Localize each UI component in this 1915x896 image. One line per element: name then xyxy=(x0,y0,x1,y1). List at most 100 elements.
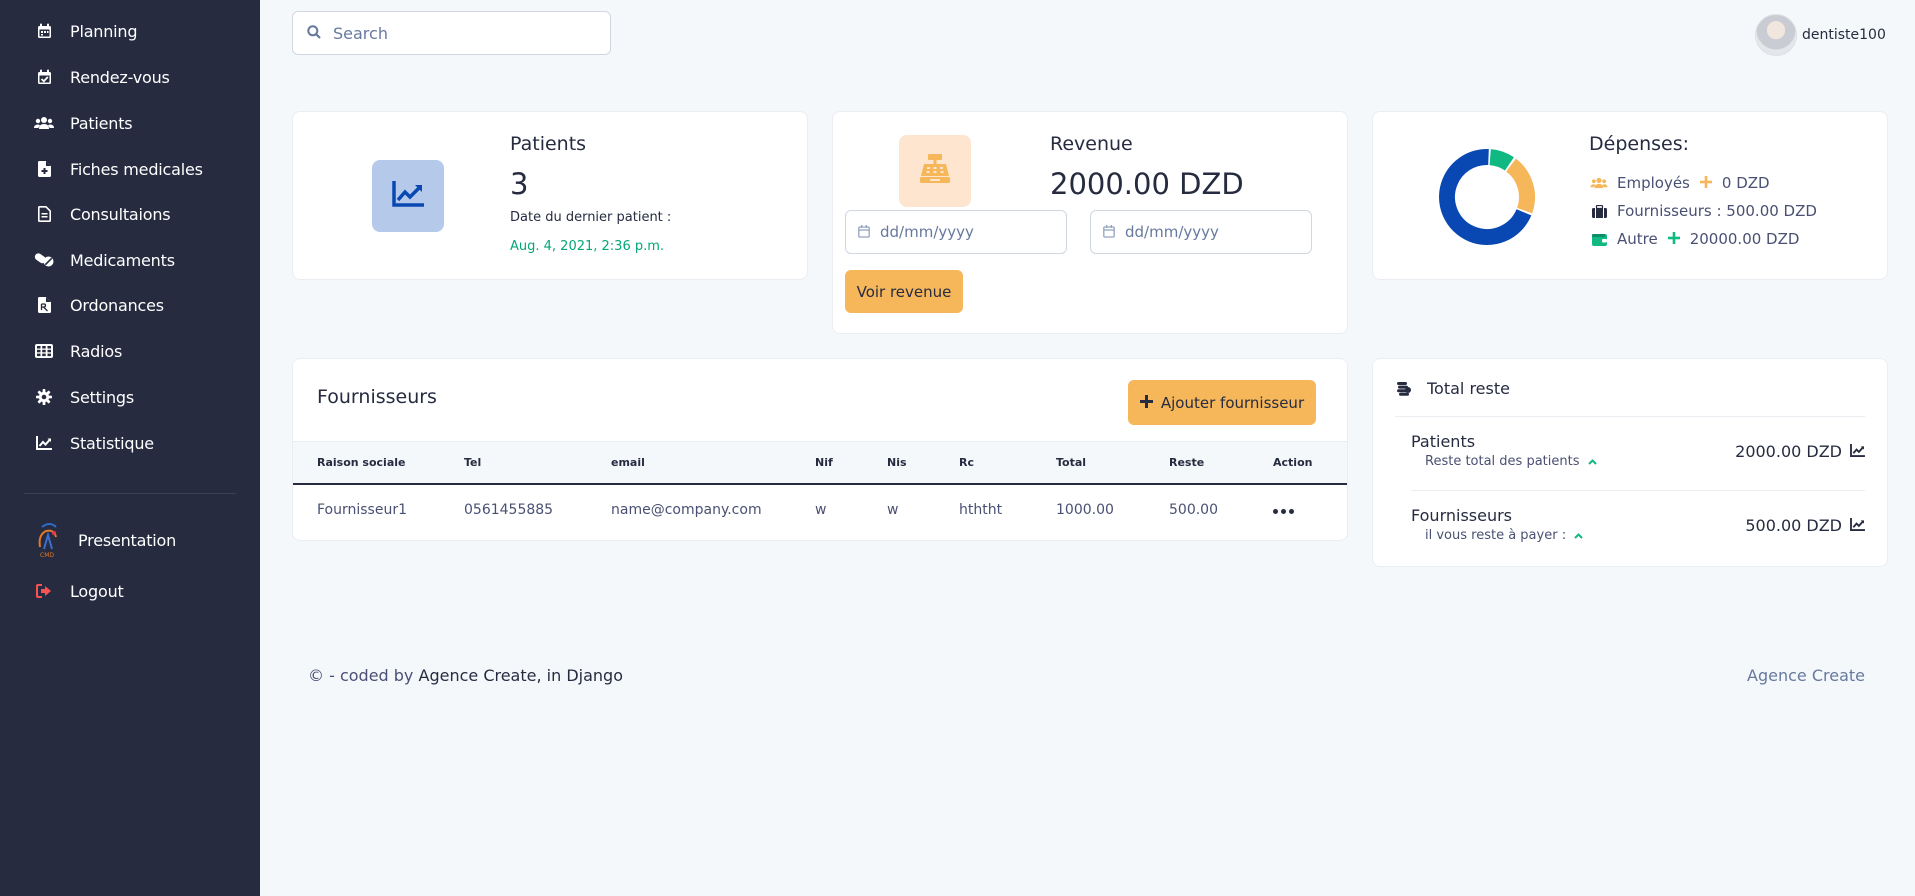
table-row: Fournisseur1 0561455885 name@company.com… xyxy=(293,484,1347,536)
reste-patients-sub: Reste total des patients xyxy=(1425,454,1597,469)
search-bar xyxy=(292,11,611,55)
sidebar-item-settings[interactable]: Settings xyxy=(0,377,260,417)
reste-patients-value-wrap: 2000.00 DZD xyxy=(1735,442,1865,461)
wallet-icon xyxy=(1589,233,1609,246)
sidebar-item-statistique[interactable]: Statistique xyxy=(0,423,260,463)
sidebar-divider xyxy=(24,493,236,494)
logout-button[interactable]: Logout xyxy=(0,571,260,611)
cell-rc: hththt xyxy=(959,502,1003,518)
file-prescription-icon xyxy=(34,295,54,315)
footer-agency-link[interactable]: Agence Create, in Django xyxy=(419,666,623,685)
reste-patients-title: Patients xyxy=(1411,432,1476,451)
sidebar-item-label: Consultaions xyxy=(70,204,171,224)
file-medical-icon xyxy=(34,159,54,179)
file-text-icon xyxy=(34,204,54,224)
plus-icon xyxy=(1667,230,1680,248)
search-icon xyxy=(307,24,321,43)
sidebar-item-label: Planning xyxy=(70,21,138,41)
col-reste: Reste xyxy=(1145,441,1249,485)
cell-email: name@company.com xyxy=(611,502,762,518)
chart-line-icon xyxy=(34,433,54,453)
voir-revenue-button[interactable]: Voir revenue xyxy=(845,270,963,313)
calendar-icon xyxy=(1103,223,1115,242)
sidebar-item-label: Fiches medicales xyxy=(70,159,203,179)
add-fournisseur-label: Ajouter fournisseur xyxy=(1160,393,1305,412)
divider xyxy=(1395,416,1865,417)
footer-prefix: © - coded by xyxy=(308,666,414,685)
reste-fournisseurs-title: Fournisseurs xyxy=(1411,506,1513,525)
sidebar-item-medicaments[interactable]: Medicaments xyxy=(0,240,260,280)
logout-label: Logout xyxy=(70,581,124,601)
revenue-amount: 2000.00 DZD xyxy=(1050,167,1244,201)
footer-agency[interactable]: Agence Create xyxy=(1747,666,1865,685)
chart-line-icon xyxy=(392,181,424,211)
search-input[interactable] xyxy=(333,23,593,43)
sidebar-item-fiches-medicales[interactable]: Fiches medicales xyxy=(0,149,260,189)
fournisseurs-title: Fournisseurs xyxy=(317,386,437,408)
add-fournisseur-button[interactable]: Ajouter fournisseur xyxy=(1128,380,1316,425)
total-reste-card: Total reste Patients Reste total des pat… xyxy=(1372,358,1888,567)
cell-nis: w xyxy=(887,502,899,518)
depenses-card: Dépenses: Employés 0 DZD Fournisseurs : … xyxy=(1372,111,1888,280)
calendar-icon xyxy=(858,223,870,242)
calendar-check-icon xyxy=(34,67,54,87)
sidebar-item-label: Ordonances xyxy=(70,295,164,315)
grid-icon xyxy=(34,341,54,361)
svg-text:CMD: CMD xyxy=(40,552,54,559)
col-email: email xyxy=(587,441,791,485)
start-date-input[interactable]: dd/mm/yyyy xyxy=(845,210,1067,254)
autre-label: Autre xyxy=(1617,230,1658,248)
calendar-icon xyxy=(34,21,54,41)
sidebar-item-ordonances[interactable]: Ordonances xyxy=(0,285,260,325)
employes-label: Employés xyxy=(1617,174,1690,192)
col-raison-sociale: Raison sociale xyxy=(293,441,440,485)
reste-fournisseurs-sub-text: il vous reste à payer : xyxy=(1425,528,1567,543)
cash-register-icon xyxy=(919,154,951,188)
depense-employes: Employés 0 DZD xyxy=(1589,174,1770,192)
sidebar-item-label: Settings xyxy=(70,387,135,407)
col-total: Total xyxy=(1032,441,1145,485)
reste-patients-sub-text: Reste total des patients xyxy=(1425,454,1580,469)
last-patient-date: Aug. 4, 2021, 2:36 p.m. xyxy=(510,239,665,254)
col-rc: Rc xyxy=(935,441,1032,485)
more-actions-icon[interactable] xyxy=(1273,509,1294,514)
sign-out-icon xyxy=(34,581,54,601)
clinic-logo-icon: CMD xyxy=(32,521,64,559)
sidebar-item-label: Medicaments xyxy=(70,250,175,270)
employes-value: 0 DZD xyxy=(1721,174,1770,192)
sidebar-item-radios[interactable]: Radios xyxy=(0,331,260,371)
briefcase-icon xyxy=(1589,204,1609,218)
last-patient-label: Date du dernier patient : xyxy=(510,210,672,225)
sidebar-item-consultaions[interactable]: Consultaions xyxy=(0,194,260,234)
autre-value: 20000.00 DZD xyxy=(1689,230,1800,248)
depense-autre: Autre 20000.00 DZD xyxy=(1589,230,1799,248)
patients-card: Patients 3 Date du dernier patient : Aug… xyxy=(292,111,808,280)
plus-icon xyxy=(1699,174,1712,192)
chevron-up-icon xyxy=(1587,454,1597,469)
patients-count: 3 xyxy=(510,167,529,201)
user-menu[interactable]: dentiste100 xyxy=(1755,14,1886,56)
sidebar-item-presentation[interactable]: CMD Presentation xyxy=(0,520,260,560)
sidebar-item-rendez-vous[interactable]: Rendez-vous xyxy=(0,57,260,97)
sidebar-item-label: Patients xyxy=(70,113,133,133)
avatar[interactable] xyxy=(1755,14,1797,56)
cell-total: 1000.00 xyxy=(1056,502,1114,518)
gear-icon xyxy=(34,387,54,407)
reste-patients-row: Patients Reste total des patients 2000.0… xyxy=(1395,432,1865,480)
col-action: Action xyxy=(1249,441,1347,485)
total-reste-title: Total reste xyxy=(1427,379,1510,398)
table-header-row: Raison sociale Tel email Nif Nis Rc Tota… xyxy=(293,441,1347,485)
col-nif: Nif xyxy=(791,441,863,485)
sidebar-item-planning[interactable]: Planning xyxy=(0,11,260,51)
sidebar-item-label: Statistique xyxy=(70,433,154,453)
sidebar: Planning Rendez-vous Patients Fiches med… xyxy=(0,0,260,896)
cell-reste: 500.00 xyxy=(1169,502,1218,518)
end-date-input[interactable]: dd/mm/yyyy xyxy=(1090,210,1312,254)
sidebar-item-label: Rendez-vous xyxy=(70,67,170,87)
cell-nif: w xyxy=(815,502,827,518)
username: dentiste100 xyxy=(1802,27,1886,43)
sidebar-item-patients[interactable]: Patients xyxy=(0,103,260,143)
end-date-placeholder: dd/mm/yyyy xyxy=(1125,223,1219,241)
revenue-title: Revenue xyxy=(1050,133,1133,155)
sidebar-item-label: Radios xyxy=(70,341,123,361)
